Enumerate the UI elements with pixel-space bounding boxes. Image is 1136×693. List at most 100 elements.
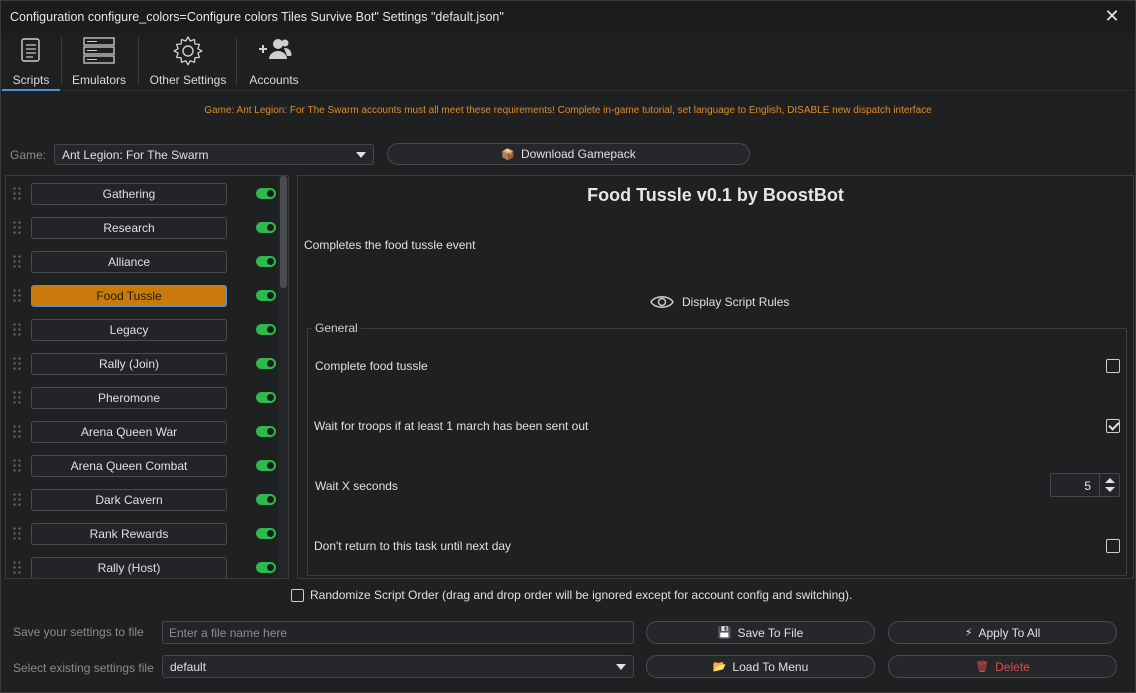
script-enabled-toggle[interactable] — [256, 188, 276, 199]
group-title: General — [312, 321, 361, 335]
drag-handle-icon[interactable] — [12, 424, 22, 440]
script-button[interactable]: Arena Queen Combat — [31, 455, 227, 477]
drag-handle-icon[interactable] — [12, 288, 22, 304]
script-button[interactable]: Rally (Join) — [31, 353, 227, 375]
scroll-icon — [21, 38, 40, 62]
script-row: Legacy — [6, 319, 282, 341]
option-label: Complete food tussle — [315, 359, 428, 373]
script-enabled-toggle[interactable] — [256, 324, 276, 335]
download-gamepack-button[interactable]: 📦 Download Gamepack — [387, 143, 750, 165]
window-title: Configuration configure_colors=Configure… — [10, 10, 504, 24]
script-button[interactable]: Arena Queen War — [31, 421, 227, 443]
arrow-down-icon[interactable] — [1105, 487, 1115, 492]
tab-label: Accounts — [249, 73, 299, 87]
script-enabled-toggle[interactable] — [256, 494, 276, 505]
script-row: Arena Queen War — [6, 421, 282, 443]
script-row: Rally (Join) — [6, 353, 282, 375]
load-to-menu-button[interactable]: 📂 Load To Menu — [646, 655, 875, 678]
save-to-file-label: Save To File — [737, 625, 804, 640]
settings-window: Configuration configure_colors=Configure… — [0, 0, 1136, 693]
drag-handle-icon[interactable] — [12, 254, 22, 270]
tab-emulators[interactable]: Emulators — [64, 33, 134, 91]
script-enabled-toggle[interactable] — [256, 290, 276, 301]
tab-other-settings[interactable]: Other Settings — [143, 33, 233, 91]
drag-handle-icon[interactable] — [12, 356, 22, 372]
script-button[interactable]: Research — [31, 217, 227, 239]
script-button[interactable]: Rally (Host) — [31, 557, 227, 578]
tab-scripts[interactable]: Scripts — [2, 33, 60, 91]
tab-accounts[interactable]: Accounts — [241, 33, 307, 91]
script-button[interactable]: Alliance — [31, 251, 227, 273]
tab-label: Emulators — [71, 73, 127, 87]
wait-for-troops-checkbox[interactable] — [1106, 419, 1120, 433]
drag-handle-icon[interactable] — [12, 560, 22, 576]
randomize-checkbox[interactable] — [291, 588, 304, 602]
wait-seconds-spinbox[interactable]: 5 — [1050, 473, 1120, 497]
script-row: Food Tussle — [6, 285, 282, 307]
script-enabled-toggle[interactable] — [256, 222, 276, 233]
script-row: Gathering — [6, 183, 282, 205]
randomize-script-order[interactable]: Randomize Script Order (drag and drop or… — [291, 588, 852, 602]
game-label: Game: — [10, 148, 47, 162]
script-button[interactable]: Food Tussle — [31, 285, 227, 307]
script-enabled-toggle[interactable] — [256, 460, 276, 471]
script-row: Pheromone — [6, 387, 282, 409]
title-bar: Configuration configure_colors=Configure… — [1, 1, 1135, 33]
complete-food-tussle-checkbox[interactable] — [1106, 359, 1120, 373]
load-to-menu-label: Load To Menu — [732, 659, 809, 674]
script-row: Rank Rewards — [6, 523, 282, 545]
script-button[interactable]: Gathering — [31, 183, 227, 205]
script-row: Dark Cavern — [6, 489, 282, 511]
active-tab-indicator — [2, 89, 60, 91]
script-list-scrollbar[interactable] — [278, 176, 288, 578]
script-detail-panel: Food Tussle v0.1 by BoostBot Completes t… — [297, 175, 1134, 579]
script-enabled-toggle[interactable] — [256, 528, 276, 539]
script-enabled-toggle[interactable] — [256, 392, 276, 403]
script-button[interactable]: Legacy — [31, 319, 227, 341]
delete-button[interactable]: 🗑 Delete — [888, 655, 1117, 678]
spinbox-arrows[interactable] — [1099, 474, 1119, 496]
drag-handle-icon[interactable] — [12, 186, 22, 202]
script-button[interactable]: Rank Rewards — [31, 523, 227, 545]
scroll-thumb[interactable] — [280, 176, 287, 288]
server-icon — [83, 37, 115, 64]
chevron-down-icon — [356, 151, 366, 158]
drag-handle-icon[interactable] — [12, 492, 22, 508]
script-button[interactable]: Pheromone — [31, 387, 227, 409]
display-script-rules-button[interactable]: Display Script Rules — [650, 294, 789, 310]
toolbar-divider — [236, 37, 237, 85]
script-enabled-toggle[interactable] — [256, 562, 276, 573]
drag-handle-icon[interactable] — [12, 322, 22, 338]
script-enabled-toggle[interactable] — [256, 426, 276, 437]
users-add-icon — [259, 39, 292, 59]
save-to-file-button[interactable]: 💾 Save To File — [646, 621, 875, 644]
script-description: Completes the food tussle event — [304, 238, 476, 252]
drag-handle-icon[interactable] — [12, 390, 22, 406]
toolbar-divider — [61, 37, 62, 85]
option-label: Don't return to this task until next day — [314, 539, 512, 553]
dont-return-checkbox[interactable] — [1106, 539, 1120, 553]
spinbox-value: 5 — [1084, 479, 1091, 493]
script-enabled-toggle[interactable] — [256, 256, 276, 267]
script-enabled-toggle[interactable] — [256, 358, 276, 369]
gear-icon — [173, 36, 203, 66]
close-icon[interactable]: ✕ — [1103, 7, 1121, 25]
script-row: Alliance — [6, 251, 282, 273]
folder-open-icon: 📂 — [712, 661, 727, 673]
drag-handle-icon[interactable] — [12, 458, 22, 474]
arrow-up-icon[interactable] — [1105, 478, 1115, 483]
settings-file-select[interactable]: default — [162, 655, 634, 678]
script-row: Research — [6, 217, 282, 239]
script-row: Rally (Host) — [6, 557, 282, 578]
apply-to-all-button[interactable]: ⚡ Apply To All — [888, 621, 1117, 644]
drag-handle-icon[interactable] — [12, 526, 22, 542]
delete-label: Delete — [995, 659, 1030, 674]
script-button[interactable]: Dark Cavern — [31, 489, 227, 511]
settings-filename-input[interactable] — [162, 621, 634, 644]
randomize-label: Randomize Script Order (drag and drop or… — [310, 588, 853, 602]
script-title: Food Tussle v0.1 by BoostBot — [587, 185, 844, 205]
select-settings-label: Select existing settings file — [13, 661, 154, 675]
game-select[interactable]: Ant Legion: For The Swarm — [54, 144, 374, 165]
drag-handle-icon[interactable] — [12, 220, 22, 236]
general-group: General Complete food tussle Wait for tr… — [307, 321, 1127, 576]
